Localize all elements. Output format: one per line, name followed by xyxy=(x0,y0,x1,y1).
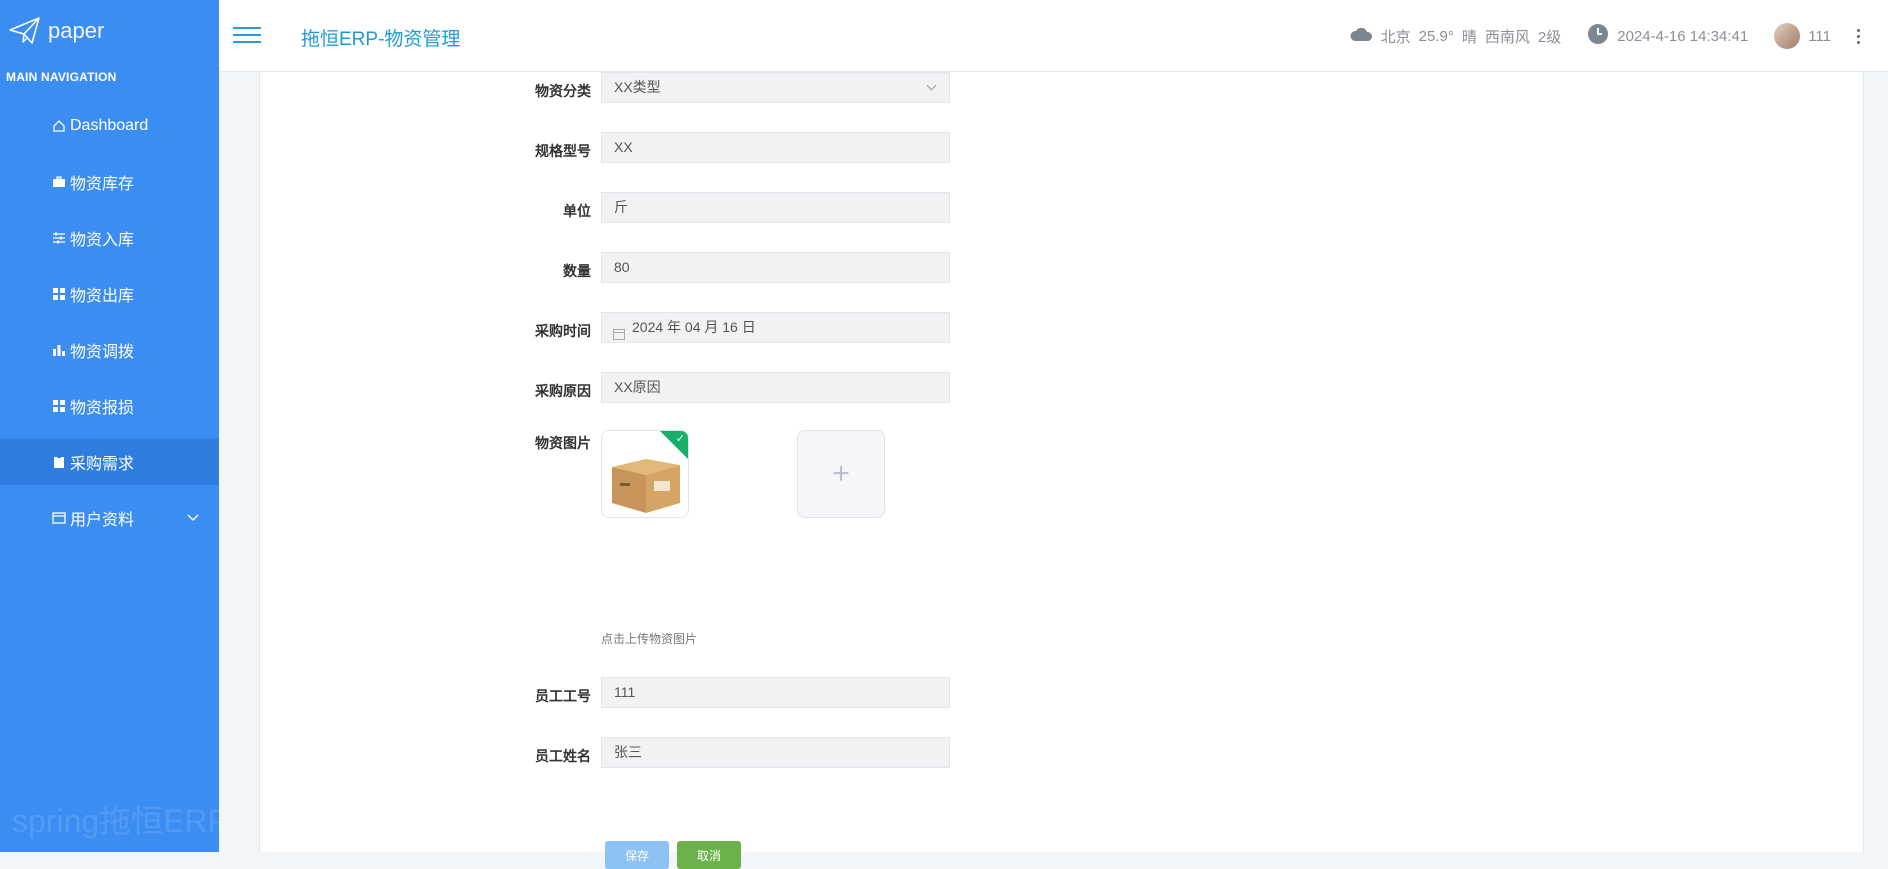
sidebar-nav: Dashboard 物资库存 物资入库 物资出库 物资调拨 物资报损 采购需求 … xyxy=(0,98,219,546)
field-label: 员工姓名 xyxy=(535,748,591,764)
upload-hint: 点击上传物资图片 xyxy=(601,632,698,646)
category-select[interactable]: XX类型 xyxy=(601,72,950,103)
clipboard-icon xyxy=(52,455,66,469)
menu-toggle-button[interactable] xyxy=(233,22,261,48)
card-icon xyxy=(52,511,66,525)
main-content: 物资分类 XX类型 规格型号 XX 单位 斤 数量 80 采购时间 2024 年… xyxy=(219,72,1888,869)
check-icon: ✓ xyxy=(675,433,685,445)
field-label: 物资分类 xyxy=(535,83,591,99)
sidebar-item-label: 采购需求 xyxy=(70,456,135,473)
cloud-icon xyxy=(1349,25,1373,47)
sidebar-item-user-profile[interactable]: 用户资料 xyxy=(0,490,219,546)
sidebar-item-label: 物资调拨 xyxy=(70,344,135,361)
sidebar-item-transfer[interactable]: 物资调拨 xyxy=(0,322,219,378)
purchase-date-value: 2024 年 04 月 16 日 xyxy=(632,319,756,335)
sidebar-item-inventory[interactable]: 物资库存 xyxy=(0,154,219,210)
top-header: 拖恒ERP-物资管理 北京 25.9° 晴 西南风 2级 2024-4-16 1… xyxy=(219,0,1888,72)
add-image-button[interactable]: + xyxy=(797,430,885,518)
page-title: 拖恒ERP-物资管理 xyxy=(301,29,461,50)
uploaded-image-thumbnail[interactable]: ✓ xyxy=(601,430,689,518)
weather-widget: 北京 25.9° 晴 西南风 2级 xyxy=(1349,25,1562,47)
employee-id-input[interactable]: 111 xyxy=(601,677,950,708)
watermark: spring拖恒ERP xyxy=(12,803,219,839)
field-label: 规格型号 xyxy=(535,143,591,159)
sidebar-item-label: 物资出库 xyxy=(70,288,135,305)
sidebar-item-label: 物资库存 xyxy=(70,176,135,193)
home-icon xyxy=(52,119,66,133)
weather-wind: 西南风 xyxy=(1484,28,1530,46)
cancel-button[interactable]: 取消 xyxy=(677,841,741,869)
bar-chart-icon xyxy=(52,343,66,357)
field-label: 单位 xyxy=(563,203,591,219)
field-label: 采购时间 xyxy=(535,323,591,339)
plus-icon: + xyxy=(832,457,850,490)
grid-icon xyxy=(52,287,66,301)
weather-temp: 25.9° xyxy=(1418,27,1454,45)
header-status: 北京 25.9° 晴 西南风 2级 2024-4-16 14:34:41 111 xyxy=(1349,0,1888,72)
quantity-input[interactable]: 80 xyxy=(601,252,950,283)
sidebar-item-inbound[interactable]: 物资入库 xyxy=(0,210,219,266)
sliders-icon xyxy=(52,231,66,245)
sidebar-item-label: Dashboard xyxy=(70,117,149,134)
sidebar-item-damage[interactable]: 物资报损 xyxy=(0,378,219,434)
user-menu[interactable]: 111 xyxy=(1774,23,1831,49)
datetime: 2024-4-16 14:34:41 xyxy=(1617,27,1749,45)
employee-name-input[interactable]: 张三 xyxy=(601,737,950,768)
clock-icon xyxy=(1587,23,1609,49)
unit-input[interactable]: 斤 xyxy=(601,192,950,223)
more-vertical-icon[interactable] xyxy=(1857,28,1860,44)
sidebar: paper MAIN NAVIGATION Dashboard 物资库存 物资入… xyxy=(0,0,219,852)
app-logo[interactable]: paper xyxy=(8,14,104,48)
weather-level: 2级 xyxy=(1537,28,1562,46)
save-button[interactable]: 保存 xyxy=(605,841,669,869)
briefcase-icon xyxy=(52,175,66,189)
grid-icon xyxy=(52,399,66,413)
sidebar-item-purchase[interactable]: 采购需求 xyxy=(0,439,219,485)
purchase-date-input[interactable]: 2024 年 04 月 16 日 xyxy=(601,312,950,343)
logo-text: paper xyxy=(48,18,105,43)
sidebar-item-label: 物资报损 xyxy=(70,400,135,417)
field-label: 员工工号 xyxy=(535,688,591,704)
paper-plane-icon xyxy=(9,17,40,44)
sidebar-item-dashboard[interactable]: Dashboard xyxy=(0,98,219,154)
field-label: 数量 xyxy=(563,263,591,279)
model-input[interactable]: XX xyxy=(601,132,950,163)
clock-widget: 2024-4-16 14:34:41 xyxy=(1587,23,1748,49)
calendar-icon xyxy=(613,321,625,350)
sidebar-item-outbound[interactable]: 物资出库 xyxy=(0,266,219,322)
sidebar-item-label: 物资入库 xyxy=(70,232,135,249)
reason-input[interactable]: XX原因 xyxy=(601,372,950,403)
avatar[interactable] xyxy=(1774,23,1801,49)
weather-city: 北京 xyxy=(1380,28,1411,46)
field-label: 物资图片 xyxy=(535,435,591,451)
field-label: 采购原因 xyxy=(535,383,591,399)
form-panel: 物资分类 XX类型 规格型号 XX 单位 斤 数量 80 采购时间 2024 年… xyxy=(259,72,1864,869)
nav-header: MAIN NAVIGATION xyxy=(6,70,117,84)
weather-condition: 晴 xyxy=(1461,28,1477,46)
username: 111 xyxy=(1808,27,1831,45)
chevron-down-icon xyxy=(187,509,199,527)
sidebar-item-label: 用户资料 xyxy=(70,512,135,529)
